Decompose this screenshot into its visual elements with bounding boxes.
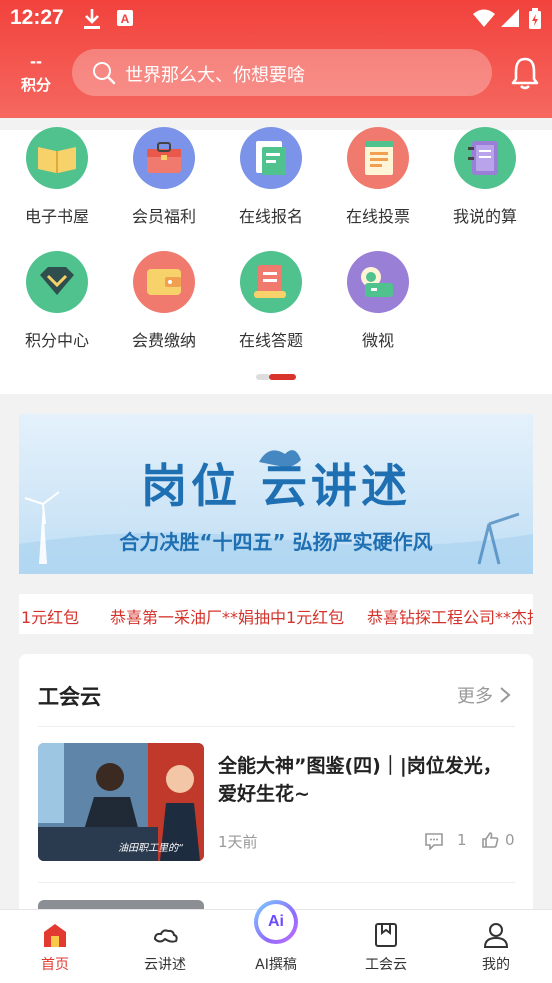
folder-form-icon: [240, 127, 302, 189]
search-icon: [93, 62, 116, 85]
chevron-right-icon: [500, 687, 511, 703]
grid-label-online-quiz: 在线答题: [238, 331, 303, 350]
grid-label-points-center: 积分中心: [24, 331, 89, 350]
grid-label-dues-payment: 会费缴纳: [131, 331, 196, 350]
grid-item-points-center[interactable]: 积分中心: [7, 251, 107, 351]
vote-document-icon: [347, 127, 409, 189]
more-link[interactable]: 更多: [457, 682, 511, 708]
news-thumbnail: 油田职工里的“: [38, 743, 204, 861]
points-value: --: [30, 51, 42, 71]
thumbs-up-icon[interactable]: [481, 831, 499, 849]
cloud-icon: [153, 929, 178, 943]
comment-count: 1: [457, 831, 467, 849]
ai-badge-text: Ai: [258, 904, 294, 940]
grid-item-micro-video[interactable]: 微视: [328, 251, 428, 351]
divider: [38, 882, 515, 883]
tab-cloud-talk[interactable]: 云讲述: [120, 910, 210, 983]
tab-home[interactable]: 首页: [10, 910, 100, 983]
card-title: 工会云: [38, 685, 101, 709]
ticker-item: 恭喜第一采油厂**娟抽中1元红包: [110, 608, 345, 627]
tab-label-union-cloud: 工会云: [365, 957, 407, 973]
wallet-icon: [133, 251, 195, 313]
home-icon: [44, 924, 66, 947]
banner-subtitle: 合力决胜“十四五” 弘扬严实硬作风: [119, 530, 433, 554]
grid-item-online-quiz[interactable]: 在线答题: [221, 251, 321, 351]
book-icon: [26, 127, 88, 189]
app-header: 12:27 A -- 积分 世界那么大、你想要啥: [0, 0, 552, 118]
grid-item-ebook[interactable]: 电子书屋: [7, 127, 107, 227]
scroll-icon: [240, 251, 302, 313]
grid-label-online-register: 在线报名: [238, 207, 303, 226]
svg-text:A: A: [121, 12, 130, 26]
notebook-icon: [454, 127, 516, 189]
grid-item-my-say[interactable]: 我说的算: [435, 127, 535, 227]
page-indicator: [256, 374, 296, 380]
bookmark-icon: [375, 923, 397, 947]
comment-icon[interactable]: [424, 832, 444, 850]
grid-item-member-benefits[interactable]: 会员福利: [114, 127, 214, 227]
bell-icon[interactable]: [510, 56, 540, 90]
wifi-icon: [473, 9, 495, 27]
tab-union-cloud[interactable]: 工会云: [341, 910, 431, 983]
grid-label-ebook: 电子书屋: [24, 207, 89, 226]
search-placeholder: 世界那么大、你想要啥: [125, 65, 305, 86]
ai-icon[interactable]: Ai: [254, 900, 298, 944]
download-icon: [84, 9, 100, 29]
grid-label-micro-video: 微视: [361, 331, 394, 350]
grid-item-online-register[interactable]: 在线报名: [221, 127, 321, 227]
thumbnail-caption: 油田职工里的“: [118, 843, 184, 854]
grid-item-online-vote[interactable]: 在线投票: [328, 127, 428, 227]
points-label: 积分: [20, 77, 51, 94]
status-time: 12:27: [10, 6, 64, 29]
tab-label-ai-writing: AI撰稿: [255, 957, 297, 973]
diamond-icon: [26, 251, 88, 313]
tab-label-cloud-talk: 云讲述: [144, 957, 186, 973]
tab-label-home: 首页: [41, 957, 69, 973]
banner-title: 岗位 云讲述: [140, 459, 411, 513]
ticker-item: 1元红包: [21, 608, 80, 627]
grid-label-online-vote: 在线投票: [345, 207, 410, 226]
search-bar[interactable]: 世界那么大、你想要啥: [72, 49, 492, 96]
signal-icon: [501, 9, 519, 27]
grid-label-member-benefits: 会员福利: [131, 207, 196, 226]
points-display[interactable]: -- 积分: [14, 52, 58, 95]
page-dot-inactive: [256, 374, 270, 380]
like-count: 0: [505, 831, 515, 849]
ticker-item: 恭喜钻探工程公司**杰抽: [367, 608, 533, 627]
news-time: 1天前: [218, 833, 258, 851]
status-bar: 12:27 A: [0, 0, 552, 38]
grid-item-dues-payment[interactable]: 会费缴纳: [114, 251, 214, 351]
gift-bag-icon: [133, 127, 195, 189]
app-notification-icon: A: [117, 10, 133, 26]
video-camera-icon: [347, 251, 409, 313]
user-icon: [483, 923, 509, 948]
promo-banner[interactable]: 岗位 云讲述 合力决胜“十四五” 弘扬严实硬作风: [19, 414, 533, 574]
grid-label-my-say: 我说的算: [452, 207, 517, 226]
more-label: 更多: [457, 686, 493, 707]
battery-icon: [529, 8, 541, 29]
news-title: 全能大神”图鉴(四)｜|岗位发光，爱好生花~: [218, 755, 502, 805]
page-dot-active: [269, 374, 296, 380]
feature-grid: 电子书屋 会员福利 在线报名 在线投票 我说的算 积分中心 会费缴纳 在线答题 …: [0, 127, 552, 394]
tab-profile[interactable]: 我的: [451, 910, 541, 983]
divider: [38, 726, 515, 727]
winner-ticker: 1元红包 恭喜第一采油厂**娟抽中1元红包 恭喜钻探工程公司**杰抽: [19, 594, 533, 634]
tab-label-profile: 我的: [482, 957, 510, 973]
